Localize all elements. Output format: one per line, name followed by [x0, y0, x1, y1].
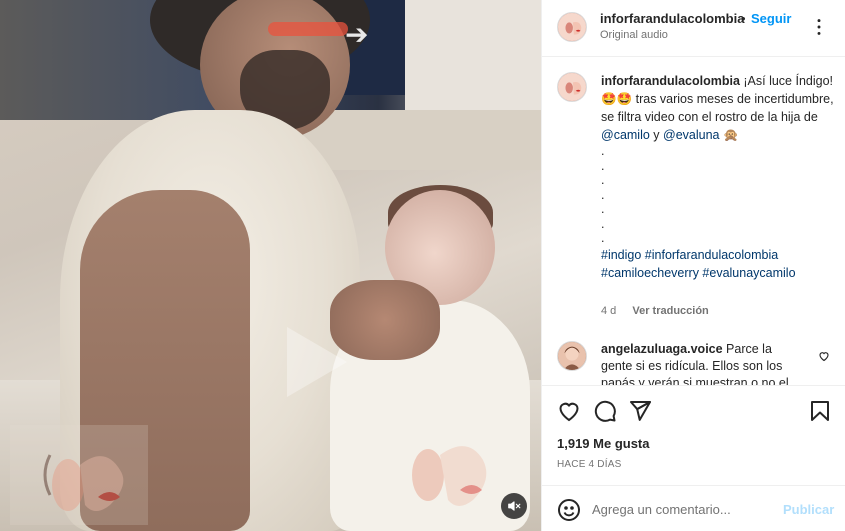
comment-input[interactable]	[592, 498, 772, 520]
share-icon[interactable]	[628, 399, 652, 423]
arrow-sign-icon: ➔	[345, 19, 369, 50]
post-header: inforfarandulacolombia • Seguir Original…	[542, 0, 845, 57]
mention-link[interactable]: @evaluna	[663, 128, 719, 142]
caption-age[interactable]: 4 d	[601, 305, 616, 317]
heart-icon[interactable]	[557, 399, 581, 423]
post-sidebar: inforfarandulacolombia • Seguir Original…	[541, 0, 845, 531]
mute-icon	[507, 499, 521, 513]
caption-dot: .	[601, 187, 605, 202]
avatar[interactable]	[557, 72, 587, 102]
post-caption: inforfarandulacolombia ¡Así luce Índigo!…	[601, 72, 835, 282]
author-username[interactable]: inforfarandulacolombia	[600, 11, 744, 26]
comment-username[interactable]: angelazuluaga.voice	[601, 342, 723, 356]
post-date[interactable]: HACE 4 DÍAS	[557, 459, 621, 470]
caption-dot: .	[601, 202, 605, 216]
bookmark-icon[interactable]	[808, 399, 832, 423]
caption-dot: .	[601, 231, 605, 245]
caption-dot: .	[601, 173, 605, 187]
video-background	[290, 110, 541, 170]
mute-button[interactable]	[501, 493, 527, 519]
audio-label[interactable]: Original audio	[600, 29, 668, 41]
comments-section[interactable]: inforfarandulacolombia ¡Así luce Índigo!…	[542, 58, 845, 385]
emoji-icon[interactable]	[557, 498, 581, 522]
see-translation-link[interactable]: Ver traducción	[632, 305, 708, 317]
caption-dot: .	[601, 158, 605, 173]
comment-like-icon[interactable]	[818, 349, 830, 362]
more-options-icon[interactable]	[808, 16, 830, 38]
caption-dot: .	[601, 216, 605, 231]
add-comment-bar: Publicar	[542, 485, 845, 531]
avatar[interactable]	[557, 341, 587, 371]
avatar[interactable]	[557, 12, 587, 42]
video-figure	[268, 22, 348, 36]
separator-dot: •	[741, 11, 746, 26]
watermark-logo	[10, 425, 148, 525]
comment: angelazuluaga.voice Parce la gente si es…	[601, 341, 806, 385]
caption-text: 🙊	[719, 128, 739, 142]
mention-link[interactable]: @camilo	[601, 128, 650, 142]
caption-meta: 4 d Ver traducción	[601, 305, 709, 317]
comment-icon[interactable]	[593, 399, 617, 423]
post-comment-button[interactable]: Publicar	[783, 502, 834, 517]
hashtags[interactable]: #camiloecheverry #evalunaycamilo	[601, 264, 835, 282]
caption-text: y	[649, 128, 664, 142]
post-actions: 1,919 Me gusta HACE 4 DÍAS	[542, 385, 845, 485]
play-overlay-icon	[282, 322, 352, 402]
caption-dot: .	[601, 144, 605, 158]
caption-username[interactable]: inforfarandulacolombia	[601, 74, 740, 88]
caption-dots: . . . . . . .	[601, 144, 835, 246]
follow-button[interactable]: Seguir	[751, 11, 791, 26]
like-count[interactable]: 1,919 Me gusta	[557, 436, 650, 451]
hashtags[interactable]: #indigo #inforfarandulacolombia	[601, 246, 835, 264]
post-video[interactable]: ➔	[0, 0, 541, 531]
